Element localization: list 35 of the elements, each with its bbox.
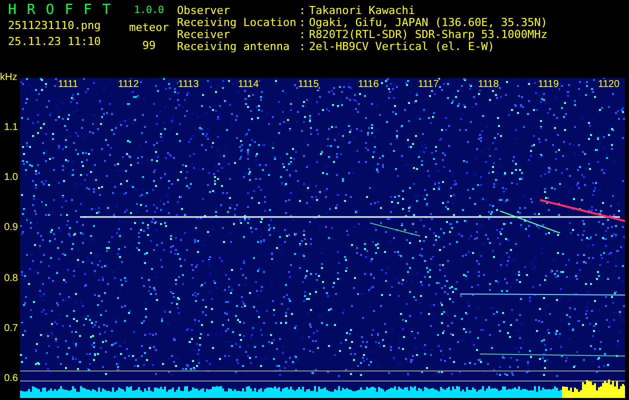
x-axis-label: 1118 bbox=[478, 79, 499, 90]
x-axis-label: 1120 bbox=[598, 79, 620, 90]
meteor-label: meteor bbox=[129, 22, 169, 34]
x-axis-label: 1113 bbox=[178, 79, 199, 90]
info-label: Receiving antenna bbox=[177, 41, 291, 53]
x-axis-label: 1112 bbox=[118, 79, 139, 90]
meteor-count: 99 bbox=[142, 40, 156, 52]
axis-unit: kHz bbox=[0, 72, 18, 83]
y-axis-label: 1.0 bbox=[4, 172, 18, 184]
info-value: 2el-HB9CV Vertical (el. E-W) bbox=[309, 41, 496, 53]
y-axis-label: 0.6 bbox=[4, 373, 18, 384]
y-axis-label: 0.9 bbox=[4, 222, 18, 234]
y-axis-label: 0.7 bbox=[4, 322, 18, 334]
x-axis-label: 1116 bbox=[358, 79, 379, 90]
y-axis-label: 1.1 bbox=[4, 122, 18, 133]
x-axis-label: 1117 bbox=[418, 79, 439, 90]
y-axis-label: 0.8 bbox=[4, 272, 18, 284]
info-value: Takanori Kawachi bbox=[309, 5, 416, 17]
x-axis-label: 1119 bbox=[538, 79, 559, 90]
info-label: Receiving Location bbox=[177, 17, 298, 29]
info-value: Ogaki, Gifu, JAPAN (136.60E, 35.35N) bbox=[309, 17, 548, 29]
file-name: 2511231110.png bbox=[8, 20, 102, 32]
info-colon: : bbox=[299, 5, 307, 17]
info-colon: : bbox=[299, 29, 307, 41]
info-value: R820T2(RTL-SDR) SDR-Sharp 53.1000MHz bbox=[309, 29, 548, 41]
info-label: Receiver bbox=[177, 29, 230, 41]
x-axis-label: 1111 bbox=[58, 79, 78, 90]
version-number: 1.0.0 bbox=[134, 5, 164, 16]
x-axis-label: 1115 bbox=[298, 79, 319, 90]
x-axis-label: 1114 bbox=[238, 79, 259, 90]
info-label: Observer bbox=[177, 5, 231, 17]
info-colon: : bbox=[299, 17, 307, 29]
app-title: H R O F F T bbox=[8, 2, 112, 18]
date-time: 25.11.23 11:10 bbox=[8, 36, 102, 48]
info-colon: : bbox=[299, 41, 307, 53]
